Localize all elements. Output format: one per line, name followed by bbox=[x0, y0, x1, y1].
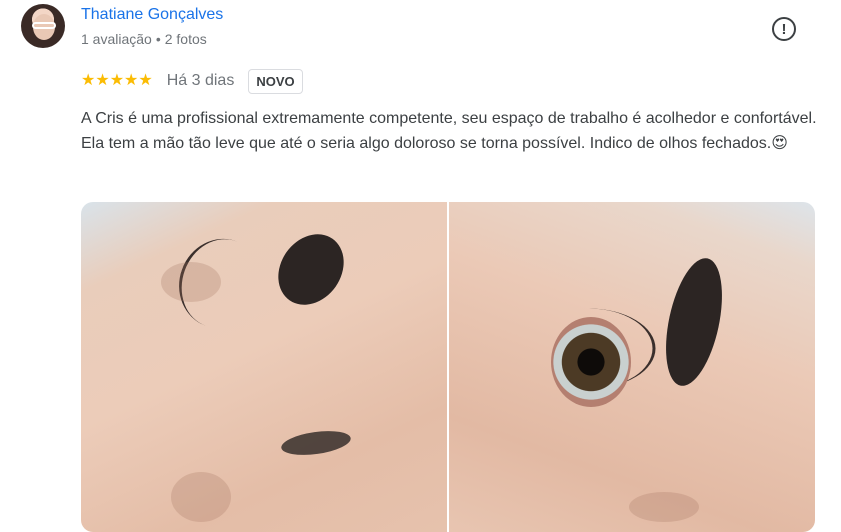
review-photo-2[interactable] bbox=[449, 202, 815, 532]
star-rating: ★★★★★ bbox=[81, 72, 153, 89]
photo-lower-eye-shadow bbox=[171, 472, 231, 522]
photos-count: 2 fotos bbox=[164, 31, 207, 47]
avatar-glasses bbox=[32, 22, 56, 29]
new-badge: NOVO bbox=[248, 68, 303, 94]
review-photo-1[interactable] bbox=[81, 202, 447, 532]
rating-row: ★★★★★ Há 3 dias NOVO bbox=[81, 66, 303, 96]
reviews-count: 1 avaliação bbox=[81, 31, 152, 47]
author-meta: 1 avaliação • 2 fotos bbox=[81, 31, 207, 47]
photo-eyebrow-2 bbox=[656, 253, 732, 391]
photo-eye bbox=[551, 317, 631, 407]
meta-separator: • bbox=[155, 31, 161, 47]
review-text: A Cris é uma profissional extremamente c… bbox=[81, 110, 817, 152]
photo-lower-shadow-2 bbox=[629, 492, 699, 522]
review-photos bbox=[81, 202, 815, 532]
author-name-link[interactable]: Thatiane Gonçalves bbox=[81, 6, 223, 24]
review-date: Há 3 dias bbox=[166, 72, 235, 89]
photo-lower-brow bbox=[279, 427, 353, 459]
author-avatar[interactable] bbox=[21, 4, 65, 48]
photo-eyebrow bbox=[264, 221, 358, 318]
report-icon[interactable]: ! bbox=[772, 17, 796, 41]
photo-eyelid-shadow bbox=[161, 262, 221, 302]
